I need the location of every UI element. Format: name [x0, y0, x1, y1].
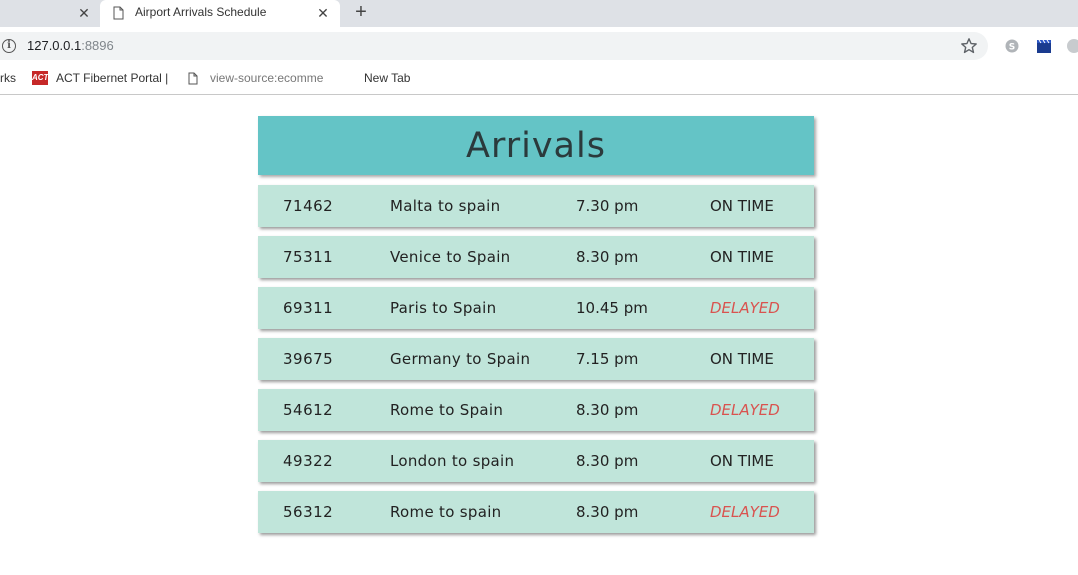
flight-row: 56312 Rome to spain 8.30 pm DELAYED: [258, 491, 814, 533]
flight-row: 54612 Rome to Spain 8.30 pm DELAYED: [258, 389, 814, 431]
star-icon[interactable]: [960, 37, 978, 55]
flight-route: Malta to spain: [390, 197, 501, 215]
flight-number: 75311: [283, 248, 334, 266]
bookmark-view-source[interactable]: view-source:ecomme: [188, 71, 323, 85]
skype-icon[interactable]: S: [1004, 38, 1020, 54]
svg-text:S: S: [1009, 43, 1015, 53]
flight-row: 39675 Germany to Spain 7.15 pm ON TIME: [258, 338, 814, 380]
flight-status: DELAYED: [710, 503, 780, 521]
close-icon[interactable]: ✕: [76, 5, 92, 21]
close-icon[interactable]: ✕: [315, 5, 331, 21]
flight-status: ON TIME: [710, 452, 774, 470]
flight-number: 69311: [283, 299, 334, 317]
address-bar[interactable]: [0, 32, 988, 60]
tab-previous[interactable]: ✕: [0, 0, 100, 27]
flight-route: Venice to Spain: [390, 248, 511, 266]
arrivals-board: Arrivals 71462 Malta to spain 7.30 pm ON TI…: [258, 116, 814, 542]
arrival-time: 7.30 pm: [576, 197, 639, 215]
browser-toolbar: i 127.0.0.1:8896 S: [0, 27, 1078, 64]
flight-status: ON TIME: [710, 350, 774, 368]
bookmark-new-tab[interactable]: New Tab: [364, 71, 410, 85]
flight-number: 49322: [283, 452, 334, 470]
flights-list: 71462 Malta to spain 7.30 pm ON TIME 75311 Ve…: [258, 185, 814, 533]
flight-route: London to spain: [390, 452, 515, 470]
page-icon: [188, 72, 198, 84]
tab-airport-arrivals[interactable]: Airport Arrivals Schedule ✕: [100, 0, 340, 27]
act-logo-icon: ACT: [32, 71, 48, 85]
flight-status: ON TIME: [710, 197, 774, 215]
arrival-time: 10.45 pm: [576, 299, 648, 317]
flight-number: 39675: [283, 350, 334, 368]
video-clapper-icon[interactable]: [1036, 38, 1052, 54]
flight-row: 69311 Paris to Spain 10.45 pm DELAYED: [258, 287, 814, 329]
flight-row: 71462 Malta to spain 7.30 pm ON TIME: [258, 185, 814, 227]
arrival-time: 8.30 pm: [576, 401, 639, 419]
url-text[interactable]: 127.0.0.1:8896: [27, 38, 114, 53]
flight-number: 54612: [283, 401, 334, 419]
bookmark-item[interactable]: rks: [0, 71, 16, 85]
arrival-time: 8.30 pm: [576, 503, 639, 521]
flight-route: Paris to Spain: [390, 299, 497, 317]
flight-number: 56312: [283, 503, 334, 521]
flight-route: Rome to spain: [390, 503, 502, 521]
board-header: Arrivals: [258, 116, 814, 175]
page-title: Arrivals: [466, 125, 606, 166]
arrival-time: 7.15 pm: [576, 350, 639, 368]
flight-number: 71462: [283, 197, 334, 215]
tab-title: Airport Arrivals Schedule: [135, 5, 267, 19]
flight-row: 75311 Venice to Spain 8.30 pm ON TIME: [258, 236, 814, 278]
flight-status: DELAYED: [710, 401, 780, 419]
bookmark-act-fibernet[interactable]: ACT ACT Fibernet Portal |: [32, 71, 168, 85]
flight-route: Rome to Spain: [390, 401, 504, 419]
flight-status: DELAYED: [710, 299, 780, 317]
profile-icon[interactable]: [1066, 38, 1078, 54]
page-icon: [113, 6, 124, 20]
tab-strip: ✕ Airport Arrivals Schedule ✕ +: [0, 0, 1078, 27]
info-icon[interactable]: i: [2, 39, 16, 53]
flight-route: Germany to Spain: [390, 350, 531, 368]
flight-row: 49322 London to spain 8.30 pm ON TIME: [258, 440, 814, 482]
bookmarks-bar: rks ACT ACT Fibernet Portal | view-sourc…: [0, 64, 1078, 95]
new-tab-button[interactable]: +: [350, 2, 372, 24]
arrival-time: 8.30 pm: [576, 452, 639, 470]
flight-status: ON TIME: [710, 248, 774, 266]
arrival-time: 8.30 pm: [576, 248, 639, 266]
